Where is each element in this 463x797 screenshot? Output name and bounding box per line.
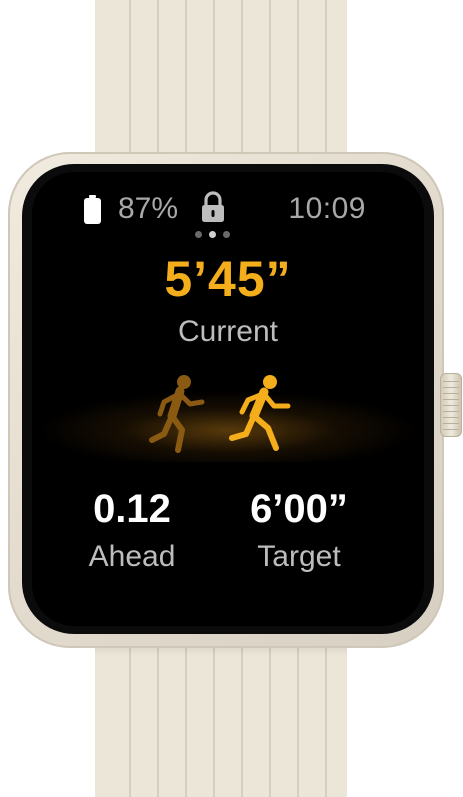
page-dot [195,231,202,238]
strap-groove [129,0,131,175]
strap-groove [213,0,215,175]
strap-groove [213,638,215,797]
lock-icon[interactable] [200,190,226,224]
runner-icon [149,375,205,453]
strap-groove [269,0,271,175]
strap-groove [185,638,187,797]
target-pace-value: 6’00” [250,487,348,531]
battery-percent: 87% [118,192,179,225]
strap-groove [325,0,327,175]
strap-groove [297,0,299,175]
strap-groove [297,638,299,797]
strap-groove [129,638,131,797]
current-pace-value: 5’45” [164,251,292,307]
target-pace-label: Target [257,540,341,573]
strap-groove [269,638,271,797]
strap-groove [157,638,159,797]
pace-runners [149,375,291,453]
watch-strap-top [95,0,347,175]
strap-groove [325,638,327,797]
runner-icon [229,375,291,451]
clock-time: 10:09 [288,192,366,225]
page-dot [223,231,230,238]
page-indicator [195,231,235,239]
strap-groove [185,0,187,175]
strap-groove [241,0,243,175]
watch-strap-bottom [95,638,347,797]
ahead-value: 0.12 [93,487,171,531]
strap-groove [241,638,243,797]
current-pace-label: Current [177,315,279,348]
page-dot-active [209,231,216,238]
ahead-label: Ahead [88,540,176,573]
crown-button[interactable] [440,373,462,437]
battery-icon [84,195,101,224]
watch-screen[interactable]: 87% 10:09 5’45” Current 0.12 Ahead 6’00”… [32,172,424,626]
strap-groove [157,0,159,175]
